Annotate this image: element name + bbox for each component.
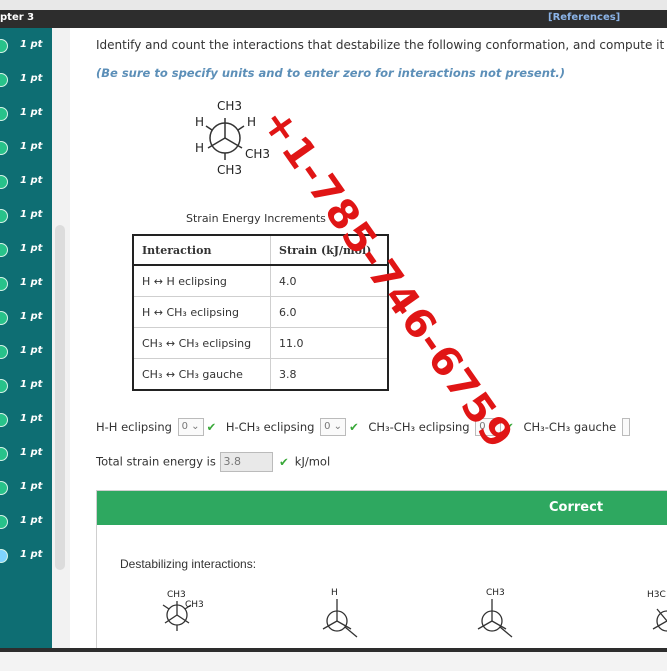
question-item[interactable]: 1 pt [0, 470, 52, 504]
total-unit: kJ/mol [294, 454, 331, 469]
complete-icon [0, 515, 8, 529]
hch3-label: H-CH₃ eclipsing [225, 419, 315, 434]
complete-icon [0, 413, 8, 427]
complete-icon [0, 379, 8, 393]
question-item[interactable]: 1 pt [0, 130, 52, 164]
question-item[interactable]: 1 pt [0, 28, 52, 62]
question-item[interactable]: 1 pt [0, 96, 52, 130]
question-item[interactable]: 1 pt [0, 436, 52, 470]
strain-cell: 6.0 [270, 296, 389, 328]
mini-newman-1: CH3 CH3 [162, 590, 204, 631]
chapter-title: pter 3 [0, 12, 35, 23]
interaction-cell: CH₃ ↔ CH₃ eclipsing [132, 327, 271, 359]
column-header: Interaction [132, 234, 271, 266]
complete-icon [0, 243, 8, 257]
newman-lower-right: CH3 [245, 147, 270, 161]
complete-icon [0, 277, 8, 291]
hh-label: H-H eclipsing [96, 419, 172, 434]
hh-select[interactable]: 0 ⌄ [177, 418, 204, 436]
ch3ch3-gauche-label: CH₃-CH₃ gauche [523, 419, 617, 434]
destabilizing-label: Destabilizing interactions: [120, 557, 257, 571]
svg-text:CH3: CH3 [185, 600, 204, 610]
newman-lower-left: H [195, 141, 204, 155]
question-item-current[interactable]: 1 pt [0, 538, 52, 572]
complete-icon [0, 175, 8, 189]
question-item[interactable]: 1 pt [0, 334, 52, 368]
complete-icon [0, 345, 8, 359]
mini-newman-4: H3C [647, 590, 667, 632]
ch3ch3-eclipsing-label: CH₃-CH₃ eclipsing [368, 419, 470, 434]
check-icon: ✔ [206, 419, 217, 434]
table-row: H ↔ CH₃ eclipsing 6.0 [132, 296, 389, 328]
interaction-cell: H ↔ H eclipsing [132, 264, 271, 297]
sidebar-scrollbar[interactable] [55, 225, 65, 570]
check-icon: ✔ [349, 419, 359, 434]
newman-bottom: CH3 [217, 163, 242, 177]
interaction-answers: H-H eclipsing 0 ⌄ ✔ H-CH₃ eclipsing 0 ⌄ ✔ … [96, 418, 630, 436]
svg-text:CH3: CH3 [486, 588, 505, 598]
assignment-header: pter 3 [References] [0, 10, 667, 28]
complete-icon [0, 209, 8, 223]
mini-newman-2: H [322, 588, 358, 638]
ch3ch3-gauche-select[interactable] [621, 418, 630, 436]
question-item[interactable]: 1 pt [0, 198, 52, 232]
question-text: Identify and count the interactions that… [96, 38, 665, 52]
complete-icon [0, 447, 8, 461]
table-caption: Strain Energy Increments [186, 212, 326, 225]
table-row: CH₃ ↔ CH₃ gauche 3.8 [132, 358, 389, 391]
question-item[interactable]: 1 pt [0, 504, 52, 538]
question-item[interactable]: 1 pt [0, 300, 52, 334]
newman-top: CH3 [217, 99, 242, 113]
complete-icon [0, 311, 8, 325]
feedback-panel: Correct Destabilizing interactions: CH3 … [96, 490, 667, 648]
complete-icon [0, 481, 8, 495]
question-item[interactable]: 1 pt [0, 232, 52, 266]
strain-cell: 3.8 [270, 358, 389, 391]
question-note: (Be sure to specify units and to enter z… [96, 66, 566, 80]
top-strip [0, 0, 667, 10]
check-icon: ✔ [279, 454, 289, 469]
total-label: Total strain energy is [96, 454, 216, 469]
total-strain-row: Total strain energy is 3.8 ✔ kJ/mol [96, 452, 330, 472]
current-icon [0, 549, 8, 563]
question-item[interactable]: 1 pt [0, 368, 52, 402]
correct-banner: Correct [97, 491, 667, 525]
question-item[interactable]: 1 pt [0, 266, 52, 300]
question-item[interactable]: 1 pt [0, 164, 52, 198]
question-panel: Identify and count the interactions that… [70, 28, 667, 648]
hch3-select[interactable]: 0 ⌄ [320, 418, 347, 436]
svg-text:CH3: CH3 [167, 590, 186, 600]
svg-text:H3C: H3C [647, 590, 666, 600]
references-link[interactable]: [References] [548, 12, 620, 23]
question-sidebar: 1 pt 1 pt 1 pt 1 pt 1 pt 1 pt 1 pt 1 pt … [0, 28, 52, 648]
interaction-cell: CH₃ ↔ CH₃ gauche [132, 358, 271, 391]
question-item[interactable]: 1 pt [0, 402, 52, 436]
table-row: CH₃ ↔ CH₃ eclipsing 11.0 [132, 327, 389, 359]
interaction-cell: H ↔ CH₃ eclipsing [132, 296, 271, 328]
newman-upper-left: H [195, 115, 204, 129]
strain-cell: 11.0 [270, 327, 389, 359]
complete-icon [0, 141, 8, 155]
complete-icon [0, 73, 8, 87]
complete-icon [0, 39, 8, 53]
total-input[interactable]: 3.8 [219, 452, 273, 472]
svg-text:H: H [331, 588, 338, 598]
complete-icon [0, 107, 8, 121]
bottom-bar [0, 648, 667, 671]
question-item[interactable]: 1 pt [0, 62, 52, 96]
mini-newman-3: CH3 [477, 588, 513, 638]
table-row: H ↔ H eclipsing 4.0 [132, 264, 389, 297]
